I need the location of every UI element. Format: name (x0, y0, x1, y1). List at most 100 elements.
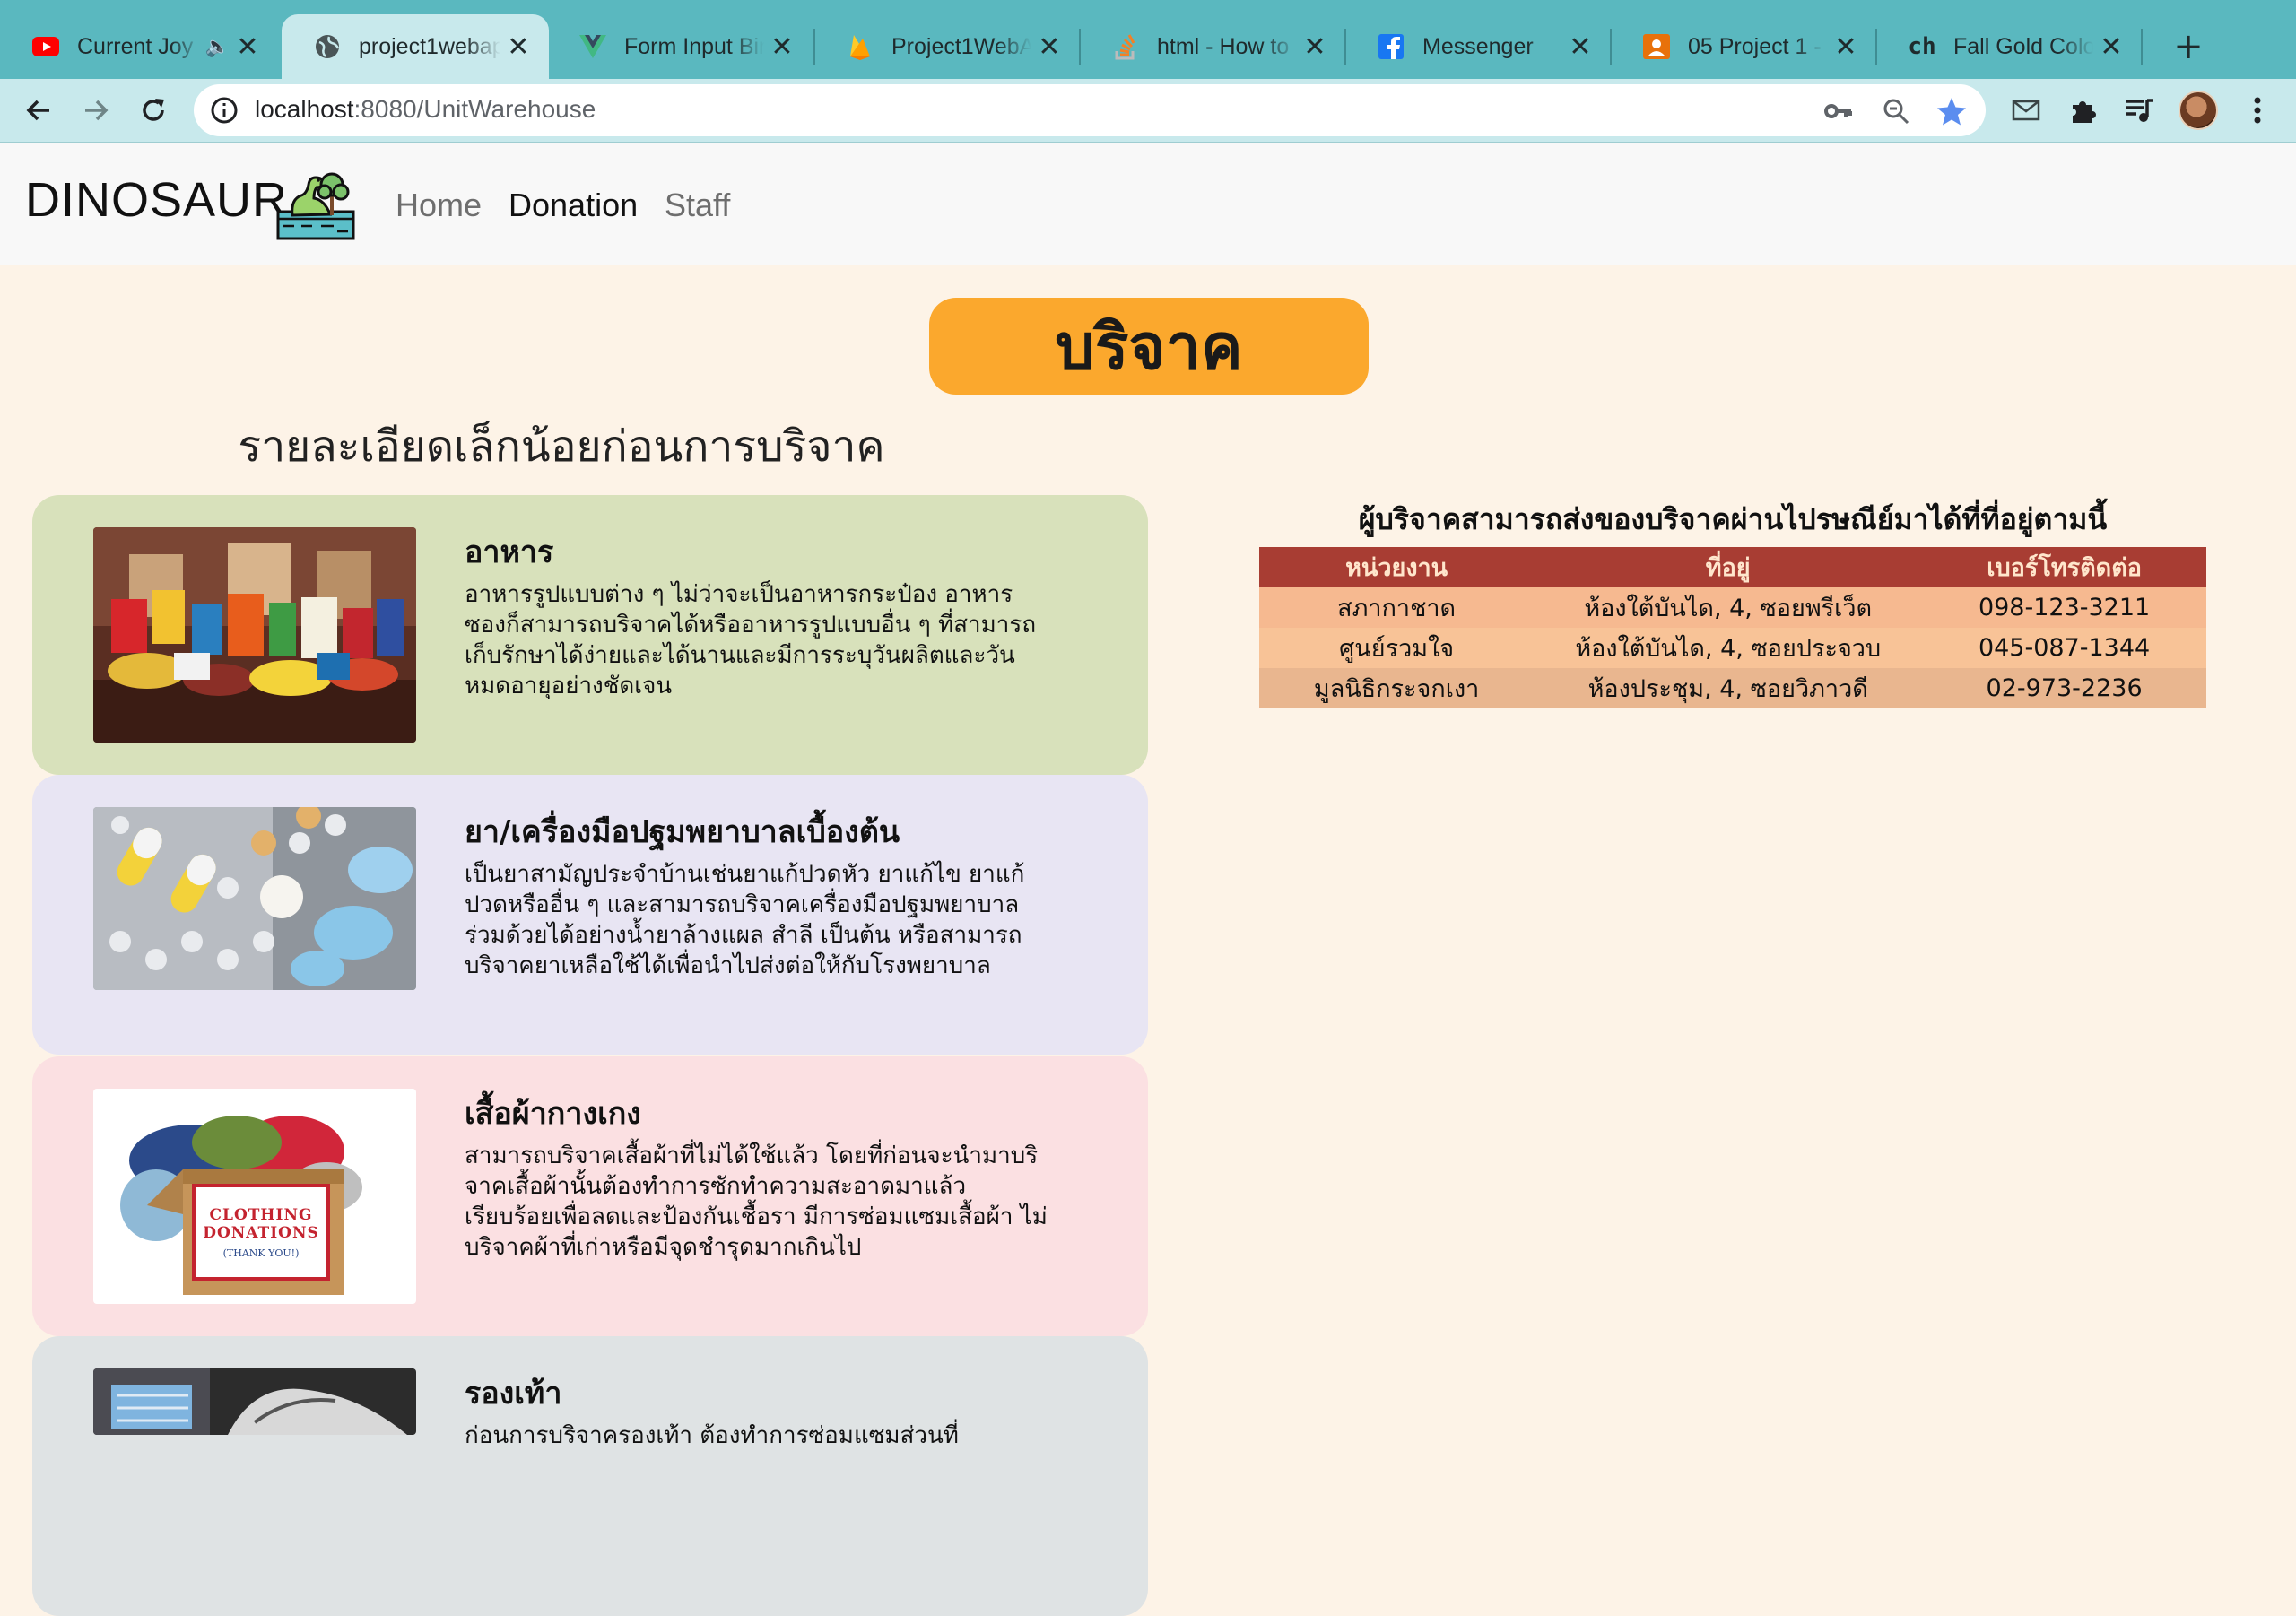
tab-project1webapp[interactable]: project1webapp ✕ (282, 14, 549, 79)
brand-name[interactable]: DINOSAUR (25, 172, 288, 228)
vue-icon (579, 33, 606, 60)
tab-title: 05 Project 1 - S (1688, 33, 1828, 59)
url-path: :8080/UnitWarehouse (353, 95, 596, 123)
tab-title: Current Joy (77, 33, 194, 59)
browser-menu-icon[interactable] (2237, 90, 2278, 131)
clothing-box-line1: Clothing (209, 1205, 313, 1224)
medicine-photo (93, 807, 416, 990)
address-table: หน่วยงาน ที่อยู่ เบอร์โทรติดต่อ สภากาชาด… (1259, 547, 2206, 708)
tab-title: Project1WebApp (891, 33, 1031, 59)
table-row: มูลนิธิกระจกเงา ห้องประชุม, 4, ซอยวิภาวด… (1259, 668, 2206, 708)
column-header-organization: หน่วยงาน (1259, 547, 1535, 587)
clothing-box-line3: (Thank You!) (222, 1247, 300, 1259)
speaker-icon[interactable]: 🔈 (205, 36, 230, 58)
address-bar[interactable]: localhost:8080/UnitWarehouse (194, 84, 1986, 136)
browser-toolbar: localhost:8080/UnitWarehouse (0, 79, 2296, 143)
close-tab-icon[interactable]: ✕ (1031, 31, 1067, 63)
classroom-icon (1643, 33, 1670, 60)
site-navbar: DINOSAUR Home Donation Staff (0, 143, 2296, 265)
address-cell: ห้องใต้บันได, 4, ซอยประจวบ (1534, 628, 1923, 668)
close-tab-icon[interactable]: ✕ (1297, 31, 1333, 63)
medicine-card-description: เป็นยาสามัญประจำบ้านเช่นยาแก้ปวดหัว ยาแก… (465, 861, 1025, 979)
stackoverflow-icon (1112, 33, 1139, 60)
column-header-address: ที่อยู่ (1534, 547, 1923, 587)
close-tab-icon[interactable]: ✕ (2093, 31, 2129, 63)
facebook-icon (1378, 33, 1405, 60)
food-card-description: อาหารรูปแบบต่าง ๆ ไม่ว่าจะเป็นอาหารกระป๋… (465, 581, 1037, 699)
close-tab-icon[interactable]: ✕ (230, 31, 265, 63)
table-row: ศูนย์รวมใจ ห้องใต้บันได, 4, ซอยประจวบ 04… (1259, 628, 2206, 668)
close-tab-icon[interactable]: ✕ (764, 31, 800, 63)
organization-cell: สภากาชาด (1259, 587, 1535, 628)
clothing-photo: Clothing Donations (Thank You!) (93, 1089, 416, 1304)
phone-cell: 098-123-3211 (1922, 587, 2206, 628)
food-photo (93, 527, 416, 743)
back-arrow-icon (26, 100, 49, 121)
new-tab-button[interactable]: + (2161, 20, 2215, 74)
donation-heading-badge: บริจาค (929, 298, 1369, 395)
close-tab-icon[interactable]: ✕ (1562, 31, 1598, 63)
tab-title: project1webapp (359, 33, 500, 59)
forward-arrow-icon (85, 100, 109, 121)
tab-colorhexa[interactable]: ch Fall Gold Color ✕ (1876, 14, 2142, 79)
organization-cell: มูลนิธิกระจกเงา (1259, 668, 1535, 708)
mail-extension-icon[interactable] (2005, 90, 2047, 131)
shoes-photo (93, 1368, 416, 1435)
address-cell: ห้องใต้บันได, 4, ซอยพรีเว็ต (1534, 587, 1923, 628)
donation-card-medicine: ยา/เครื่องมือปฐมพยาบาลเบื้องต้น เป็นยาสา… (32, 775, 1148, 1055)
tab-title: html - How to (1157, 33, 1290, 59)
tab-stackoverflow[interactable]: html - How to ✕ (1080, 14, 1345, 79)
clothing-card-description: สามารถบริจาคเสื้อผ้าที่ไม่ได้ใช้แล้ว โดย… (465, 1142, 1048, 1261)
media-queue-icon[interactable] (2118, 90, 2160, 131)
url-host: localhost (255, 95, 354, 123)
forward-button[interactable] (72, 86, 120, 135)
tab-messenger[interactable]: Messenger ✕ (1345, 14, 1611, 79)
clothing-box-label: Clothing Donations (Thank You!) (194, 1186, 328, 1279)
clothing-card-title: เสื้อผ้ากางเกง (465, 1096, 641, 1132)
food-card-title: อาหาร (465, 534, 554, 570)
nav-staff-link[interactable]: Staff (665, 187, 730, 224)
browser-tab-strip: Current Joy 🔈 ✕ project1webapp ✕ Form In… (0, 0, 2296, 79)
tab-firebase[interactable]: Project1WebApp ✕ (814, 14, 1080, 79)
extensions-puzzle-icon[interactable] (2063, 90, 2104, 131)
table-header-row: หน่วยงาน ที่อยู่ เบอร์โทรติดต่อ (1259, 547, 2206, 587)
tab-title: Fall Gold Color (1953, 33, 2093, 59)
key-icon[interactable] (1819, 91, 1858, 131)
donation-card-clothing: Clothing Donations (Thank You!) เสื้อผ้า… (32, 1056, 1148, 1336)
ch-icon: ch (1908, 33, 1936, 60)
tab-title: Form Input Bindings (624, 33, 764, 59)
site-info-icon[interactable] (210, 96, 239, 128)
reload-button[interactable] (129, 86, 178, 135)
organization-cell: ศูนย์รวมใจ (1259, 628, 1535, 668)
page-subtitle: รายละเอียดเล็กน้อยก่อนการบริจาค (238, 421, 885, 472)
tab-vue-docs[interactable]: Form Input Bindings ✕ (547, 14, 813, 79)
table-row: สภากาชาด ห้องใต้บันได, 4, ซอยพรีเว็ต 098… (1259, 587, 2206, 628)
address-cell: ห้องประชุม, 4, ซอยวิภาวดี (1534, 668, 1923, 708)
tab-classroom[interactable]: 05 Project 1 - S ✕ (1611, 14, 1876, 79)
phone-cell: 02-973-2236 (1922, 668, 2206, 708)
phone-cell: 045-087-1344 (1922, 628, 2206, 668)
youtube-icon (32, 33, 59, 60)
url-text: localhost:8080/UnitWarehouse (255, 95, 596, 124)
tab-youtube[interactable]: Current Joy 🔈 ✕ (0, 14, 278, 79)
globe-icon (314, 33, 341, 60)
donation-card-food: อาหาร อาหารรูปแบบต่าง ๆ ไม่ว่าจะเป็นอาหา… (32, 495, 1148, 775)
firebase-icon (847, 33, 874, 60)
close-tab-icon[interactable]: ✕ (500, 31, 536, 63)
donation-card-shoes: รองเท้า ก่อนการบริจาครองเท้า ต้องทำการซ่… (32, 1336, 1148, 1616)
back-button[interactable] (14, 86, 63, 135)
bookmark-star-icon[interactable] (1932, 91, 1971, 131)
nav-donation-link[interactable]: Donation (509, 187, 638, 224)
tab-title: Messenger (1422, 33, 1534, 59)
medicine-card-title: ยา/เครื่องมือปฐมพยาบาลเบื้องต้น (465, 814, 900, 850)
reload-icon (143, 99, 164, 121)
zoom-icon[interactable] (1876, 91, 1916, 131)
dinosaur-logo-icon[interactable] (274, 161, 357, 244)
profile-avatar[interactable] (2178, 90, 2219, 131)
nav-home-link[interactable]: Home (396, 187, 482, 224)
address-table-title: ผู้บริจาคสามารถส่งของบริจาคผ่านไปรษณีย์ม… (1358, 502, 2108, 536)
column-header-phone: เบอร์โทรติดต่อ (1922, 547, 2206, 587)
clothing-box-line2: Donations (203, 1223, 319, 1242)
close-tab-icon[interactable]: ✕ (1828, 31, 1864, 63)
shoes-card-title: รองเท้า (465, 1376, 562, 1412)
